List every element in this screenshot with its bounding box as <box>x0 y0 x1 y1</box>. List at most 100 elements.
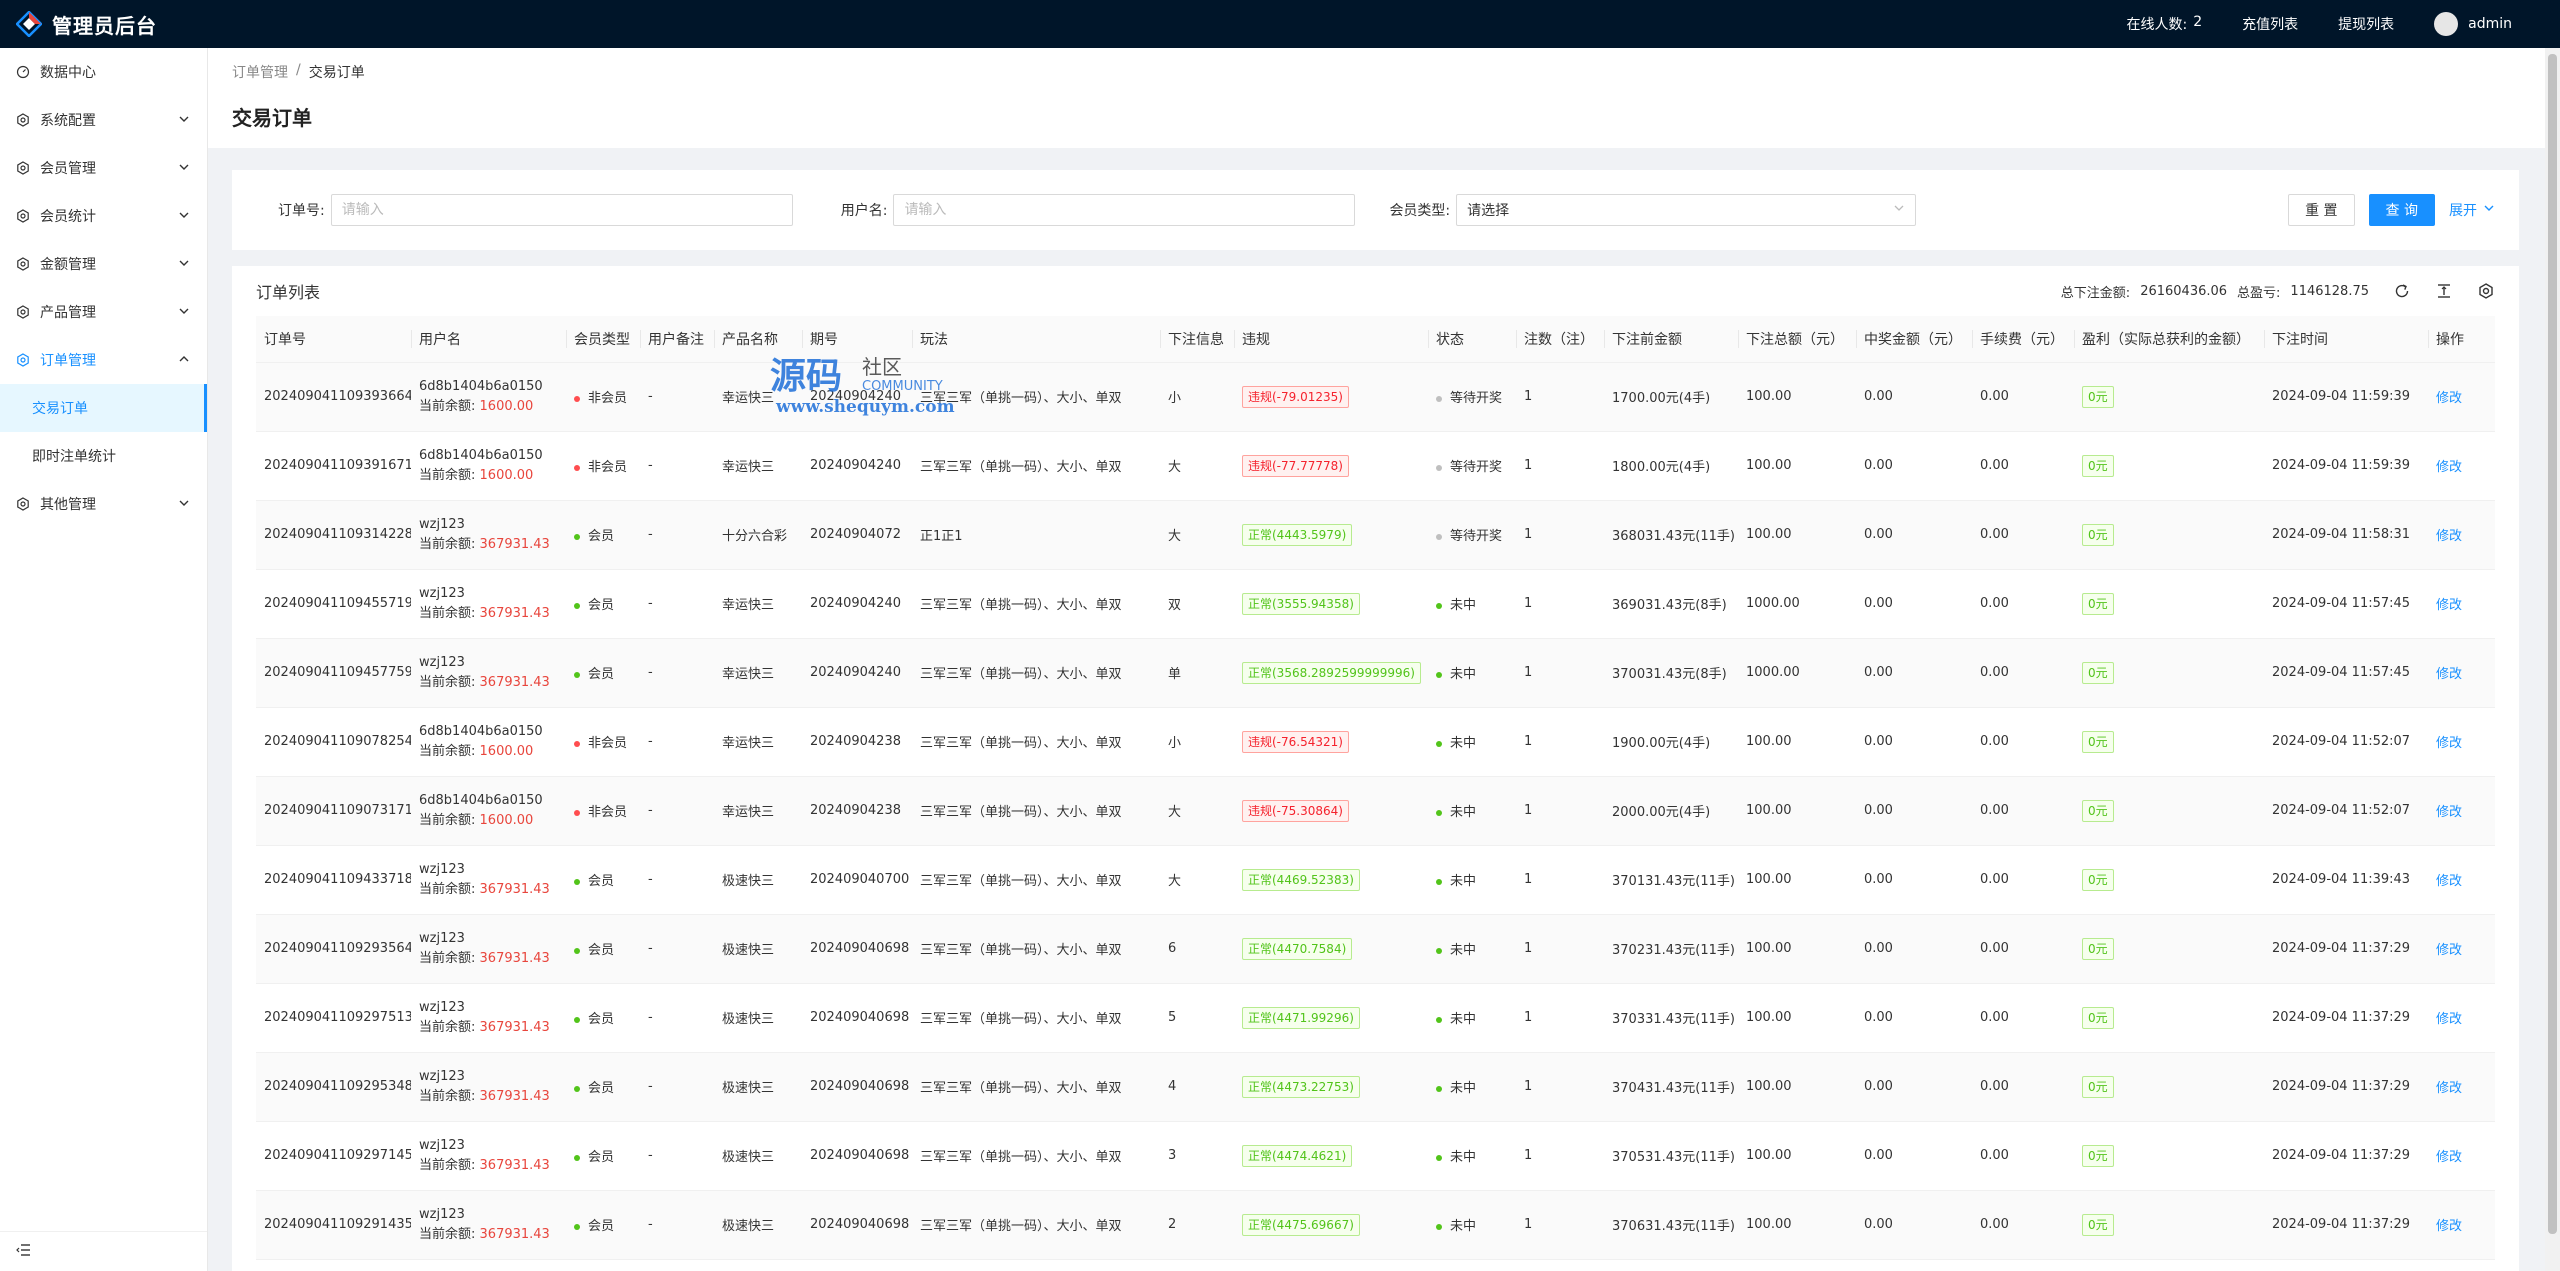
withdraw-list-link[interactable]: 提现列表 <box>2338 14 2394 34</box>
cell-edit: 修改 <box>2428 1190 2495 1260</box>
page-scrollbar[interactable] <box>2545 48 2560 1271</box>
reset-button[interactable]: 重 置 <box>2288 194 2355 226</box>
cell-time: 2024-09-04 11:58:31 <box>2264 500 2428 570</box>
cell-fee: 0.00 <box>1972 638 2074 708</box>
col-product: 产品名称 <box>714 316 802 363</box>
table-row: 202409041109291435 wzj123 当前余额: 367931.43 会… <box>256 1190 2495 1260</box>
cell-play: 三军三军（单挑一码）、大小、单双 <box>912 1190 1160 1260</box>
expand-toggle[interactable]: 展开 <box>2449 200 2495 220</box>
recharge-list-link[interactable]: 充值列表 <box>2242 14 2298 34</box>
edit-link[interactable]: 修改 <box>2436 874 2462 889</box>
edit-link[interactable]: 修改 <box>2436 805 2462 820</box>
sidebar-item-data-center[interactable]: 数据中心 <box>0 48 207 96</box>
edit-link[interactable]: 修改 <box>2436 667 2462 682</box>
cell-user: wzj123 当前余额: 367931.43 <box>411 914 566 984</box>
chevron-down-icon <box>1893 202 1905 218</box>
cell-balance: 当前余额: 367931.43 <box>419 604 558 624</box>
cell-fee: 0.00 <box>1972 500 2074 570</box>
collapse-sidebar-button[interactable] <box>0 1231 207 1271</box>
cell-fee: 0.00 <box>1972 569 2074 639</box>
sidebar-subitem-instant-bet-stats[interactable]: 即时注单统计 <box>0 432 207 480</box>
gear-icon <box>16 113 30 127</box>
cell-violation: 违规(-75.30864) <box>1234 776 1428 846</box>
cell-fee: 0.00 <box>1972 845 2074 915</box>
username-input[interactable] <box>893 194 1356 226</box>
sidebar-item-order-management[interactable]: 订单管理 <box>0 336 207 384</box>
status-text: 等待开奖 <box>1450 460 1503 475</box>
edit-link[interactable]: 修改 <box>2436 460 2462 475</box>
cell-remark: - <box>640 638 714 708</box>
violation-tag: 违规(-76.54321) <box>1242 730 1349 753</box>
query-button[interactable]: 查 询 <box>2368 194 2435 226</box>
edit-link[interactable]: 修改 <box>2436 598 2462 613</box>
member-type-text: 会员 <box>588 1081 615 1096</box>
cell-status: 等待开奖 <box>1428 362 1516 432</box>
edit-link[interactable]: 修改 <box>2436 1150 2462 1165</box>
status-text: 未中 <box>1450 598 1477 613</box>
col-win-amount: 中奖金额（元） <box>1856 316 1972 363</box>
sidebar-item-amount-management[interactable]: 金额管理 <box>0 240 207 288</box>
cell-play: 三军三军（单挑一码）、大小、单双 <box>912 638 1160 708</box>
cell-balance: 当前余额: 367931.43 <box>419 535 558 555</box>
status-text: 未中 <box>1450 736 1477 751</box>
cell-total: 100.00 <box>1738 845 1856 915</box>
edit-link[interactable]: 修改 <box>2436 1012 2462 1027</box>
cell-violation: 正常(4473.22753) <box>1234 1052 1428 1122</box>
cell-username: 6d8b1404b6a0150 <box>419 378 543 394</box>
cell-period: 20240904072 <box>802 500 912 570</box>
column-height-icon[interactable] <box>2435 282 2453 300</box>
member-type-dot-icon <box>574 878 580 885</box>
gear-icon <box>16 209 30 223</box>
cell-before: 368031.43元(11手) <box>1604 500 1738 570</box>
sidebar-item-product-management[interactable]: 产品管理 <box>0 288 207 336</box>
sidebar-item-other-management[interactable]: 其他管理 <box>0 480 207 528</box>
settings-icon[interactable] <box>2477 282 2495 300</box>
status-dot-icon <box>1436 464 1442 471</box>
cell-play: 三军三军（单挑一码）、大小、单双 <box>912 431 1160 501</box>
edit-link[interactable]: 修改 <box>2436 1219 2462 1234</box>
edit-link[interactable]: 修改 <box>2436 943 2462 958</box>
order-no-input[interactable] <box>330 194 793 226</box>
profit-tag: 0元 <box>2082 1006 2114 1029</box>
sidebar-item-member-management[interactable]: 会员管理 <box>0 144 207 192</box>
edit-link[interactable]: 修改 <box>2436 1081 2462 1096</box>
cell-edit: 修改 <box>2428 776 2495 846</box>
profit-tag: 0元 <box>2082 523 2114 546</box>
cell-type <box>566 1259 640 1271</box>
member-type-text: 会员 <box>588 1150 615 1165</box>
member-type-text: 非会员 <box>588 736 628 751</box>
table-row: 202409041109297513 wzj123 当前余额: 367931.43 会… <box>256 983 2495 1053</box>
sidebar-subitem-trade-orders[interactable]: 交易订单 <box>0 384 207 432</box>
cell-period: 202409040698 <box>802 914 912 984</box>
sidebar-item-member-stats[interactable]: 会员统计 <box>0 192 207 240</box>
cell-violation: 正常(4474.4621) <box>1234 1121 1428 1191</box>
cell-product: 幸运快三 <box>714 569 802 639</box>
breadcrumb-parent[interactable]: 订单管理 <box>232 62 288 82</box>
cell-type: 非会员 <box>566 431 640 501</box>
cell-product: 幸运快三 <box>714 638 802 708</box>
user-menu[interactable]: admin <box>2434 12 2512 36</box>
sidebar-item-label: 会员统计 <box>40 209 96 225</box>
cell-status: 未中 <box>1428 638 1516 708</box>
sidebar-item-system-config[interactable]: 系统配置 <box>0 96 207 144</box>
reload-icon[interactable] <box>2393 282 2411 300</box>
member-type-dot-icon <box>574 602 580 609</box>
balance-value: 367931.43 <box>479 1226 550 1242</box>
cell-count <box>1516 1259 1604 1271</box>
cell-edit: 修改 <box>2428 1052 2495 1122</box>
cell-edit <box>2428 1259 2495 1271</box>
gear-icon <box>16 353 30 367</box>
app-logo[interactable]: 管理员后台 <box>0 10 208 39</box>
scrollbar-thumb[interactable] <box>2548 54 2557 1234</box>
cell-order: 202409041109078254 <box>256 707 411 777</box>
edit-link[interactable]: 修改 <box>2436 391 2462 406</box>
violation-tag: 正常(3568.2892599999996) <box>1242 661 1421 684</box>
member-type-select[interactable]: 请选择 <box>1456 194 1917 226</box>
cell-user: wzj123 当前余额: 367931.43 <box>411 638 566 708</box>
col-status: 状态 <box>1428 316 1516 363</box>
edit-link[interactable]: 修改 <box>2436 736 2462 751</box>
cell-fee: 0.00 <box>1972 362 2074 432</box>
edit-link[interactable]: 修改 <box>2436 529 2462 544</box>
cell-period: 202409040698 <box>802 983 912 1053</box>
cell-time: 2024-09-04 11:39:43 <box>2264 845 2428 915</box>
